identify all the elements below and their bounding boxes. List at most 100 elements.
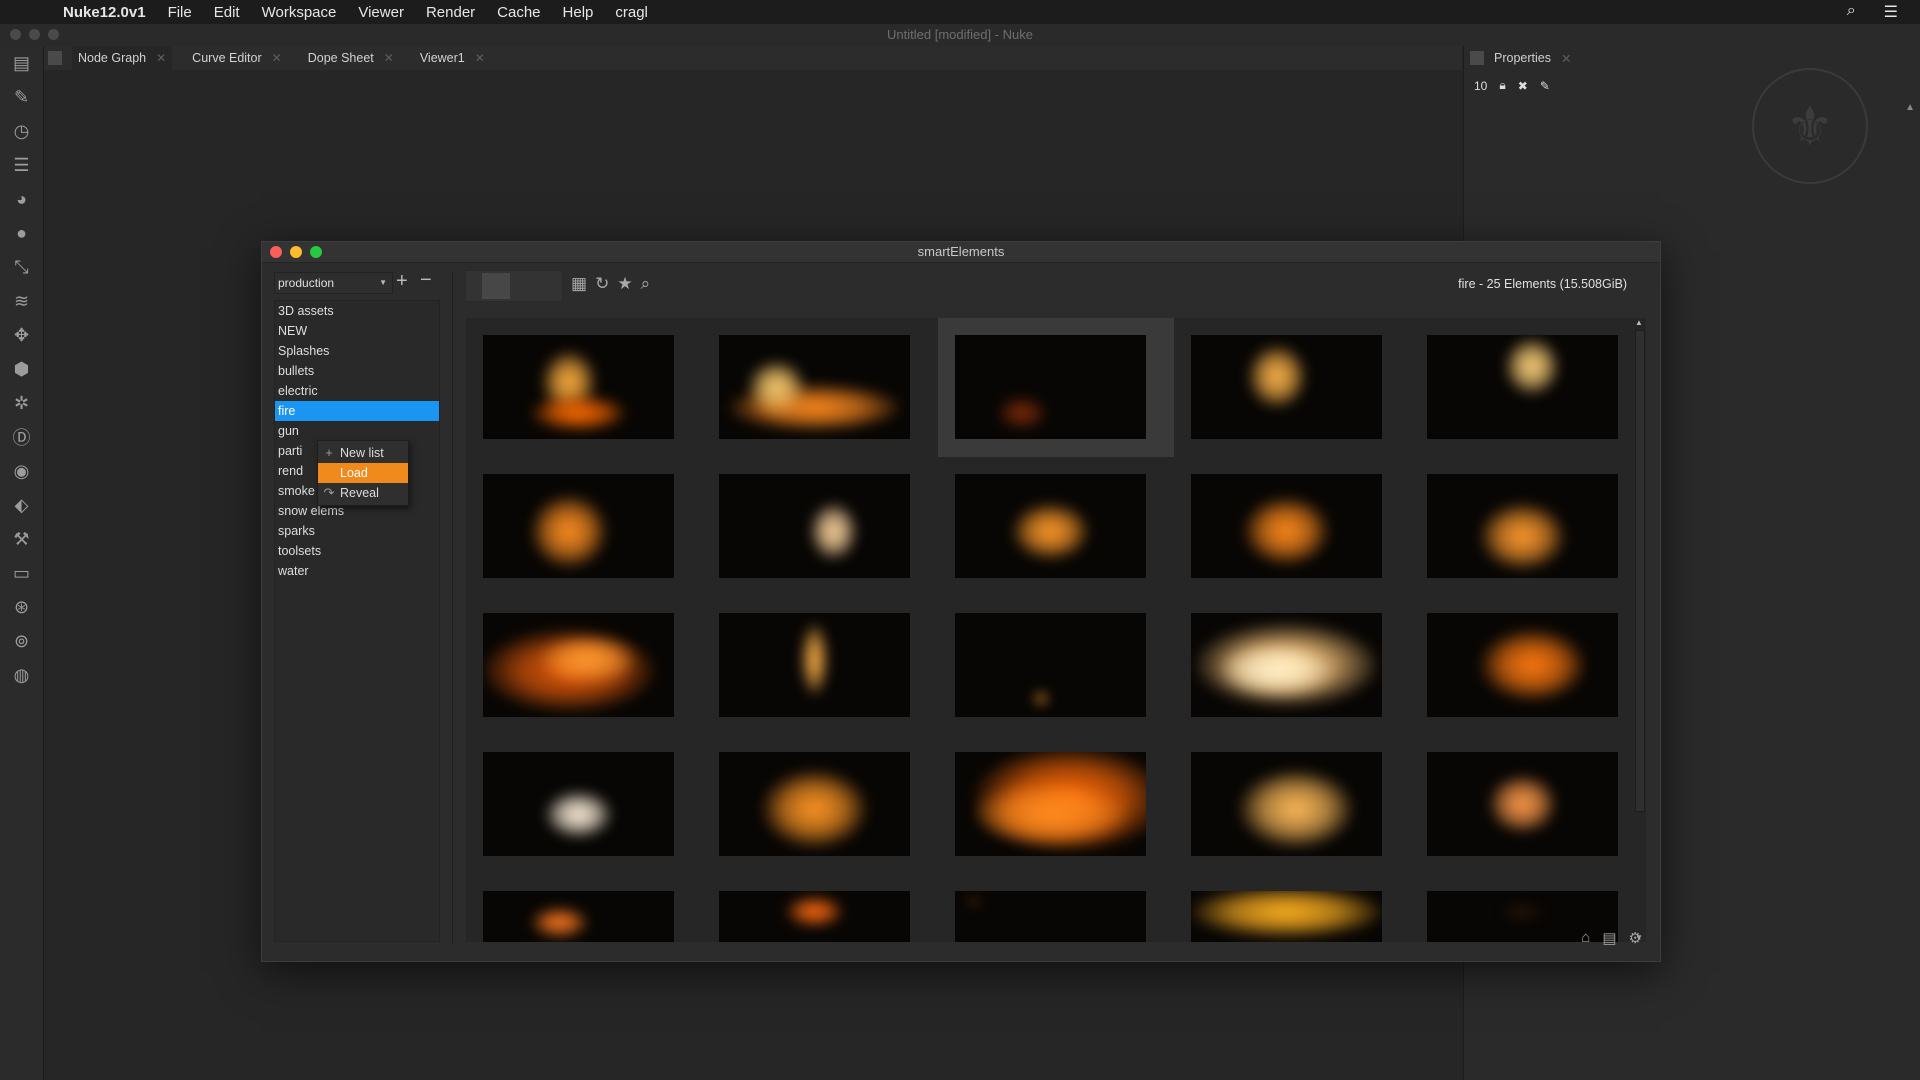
nuke-logo-icon[interactable]: ◍ [0, 658, 43, 692]
close-all-panels-icon[interactable]: ✖ [1518, 79, 1528, 93]
merge-icon[interactable]: ≋ [0, 284, 43, 318]
menu-help[interactable]: Help [563, 4, 594, 21]
scroll-up-arrow[interactable]: ▲ [1635, 318, 1643, 327]
elements-scrollbar[interactable]: ▲ ▼ [1632, 318, 1646, 942]
menu-cache[interactable]: Cache [497, 4, 540, 21]
element-thumbnail[interactable] [466, 874, 702, 942]
transform-icon[interactable]: ✥ [0, 318, 43, 352]
element-thumbnail[interactable] [1174, 457, 1410, 596]
element-thumbnail[interactable] [702, 318, 938, 457]
element-thumbnail[interactable] [702, 457, 938, 596]
deep-icon[interactable]: Ⓓ [0, 420, 43, 454]
grid-view-icon[interactable]: ▦ [571, 274, 587, 294]
element-thumbnail[interactable] [702, 596, 938, 735]
refresh-icon[interactable]: ↻ [595, 274, 609, 294]
element-thumbnail[interactable] [1174, 874, 1410, 942]
3d-icon[interactable]: ⬢ [0, 352, 43, 386]
category-item[interactable]: toolsets [275, 541, 439, 561]
scroll-up-arrow[interactable]: ▲ [1905, 102, 1915, 113]
spotlight-search-icon[interactable]: ⌕ [1847, 2, 1856, 22]
keyer-icon[interactable]: ⤡ [0, 250, 43, 284]
tab-viewer1[interactable]: Viewer1 ✕ [414, 46, 491, 70]
edit-icon[interactable]: ✎ [1540, 79, 1550, 93]
tab-dope-sheet[interactable]: Dope Sheet ✕ [302, 46, 400, 70]
metadata-icon[interactable]: ⬖ [0, 488, 43, 522]
menu-render[interactable]: Render [426, 4, 475, 21]
thumbnail-size-slider[interactable] [465, 270, 563, 302]
close-tab-icon[interactable]: ✕ [384, 51, 394, 65]
close-tab-icon[interactable]: ✕ [1561, 51, 1571, 66]
ocula-icon[interactable]: ⊛ [0, 590, 43, 624]
remove-category-button[interactable]: − [420, 269, 432, 292]
panel-divider[interactable] [452, 272, 453, 944]
menu-file[interactable]: File [168, 4, 192, 21]
element-thumbnail[interactable] [466, 457, 702, 596]
favorites-star-icon[interactable]: ★ [617, 274, 632, 294]
scrollbar-thumb[interactable] [1635, 330, 1645, 812]
cara-vr-icon[interactable]: ⊚ [0, 624, 43, 658]
element-thumbnail[interactable] [466, 735, 702, 874]
menu-workspace[interactable]: Workspace [262, 4, 337, 21]
time-icon[interactable]: ◷ [0, 114, 43, 148]
element-thumbnail[interactable] [1174, 735, 1410, 874]
element-thumbnail[interactable] [938, 735, 1174, 874]
draw-icon[interactable]: ✎ [0, 80, 43, 114]
category-item[interactable]: 3D assets [275, 301, 439, 321]
menu-viewer[interactable]: Viewer [358, 4, 404, 21]
category-item[interactable]: NEW [275, 321, 439, 341]
zoom-button[interactable] [310, 246, 322, 258]
element-thumbnail[interactable] [1174, 596, 1410, 735]
project-dropdown[interactable]: production ▼ [274, 272, 393, 294]
menu-edit[interactable]: Edit [214, 4, 240, 21]
menu-cragl[interactable]: cragl [615, 4, 648, 21]
element-thumbnail[interactable] [938, 596, 1174, 735]
pane-grip-handle[interactable] [48, 51, 62, 65]
element-thumbnail[interactable] [1410, 596, 1632, 735]
particles-icon[interactable]: ✲ [0, 386, 43, 420]
tab-node-graph[interactable]: Node Graph ✕ [72, 46, 173, 70]
close-button[interactable] [270, 246, 282, 258]
category-item[interactable]: Splashes [275, 341, 439, 361]
close-tab-icon[interactable]: ✕ [272, 51, 282, 65]
search-icon[interactable]: ⌕ [641, 274, 651, 294]
element-thumbnail[interactable] [1410, 318, 1632, 457]
element-thumbnail[interactable] [1410, 735, 1632, 874]
element-thumbnail[interactable] [1410, 457, 1632, 596]
pane-grip-handle[interactable] [1470, 51, 1484, 65]
element-thumbnail[interactable] [938, 874, 1174, 942]
color-icon[interactable]: ◕ [0, 182, 43, 216]
notification-center-icon[interactable]: ☰ [1884, 2, 1898, 22]
home-icon[interactable]: ⌂ [1581, 929, 1590, 947]
filter-icon[interactable]: ● [0, 216, 43, 250]
menu-item-reveal[interactable]: ↷ Reveal [318, 483, 408, 503]
zoom-window-button[interactable] [48, 29, 59, 40]
category-item[interactable]: electric [275, 381, 439, 401]
menu-app-name[interactable]: Nuke12.0v1 [63, 4, 146, 21]
other-icon[interactable]: ⚒ [0, 522, 43, 556]
minimize-button[interactable] [290, 246, 302, 258]
channel-icon[interactable]: ☰ [0, 148, 43, 182]
element-thumbnail[interactable] [1174, 318, 1410, 457]
toolsets-icon[interactable]: ▤ [0, 46, 43, 80]
element-thumbnail[interactable] [702, 735, 938, 874]
tab-properties[interactable]: Properties [1494, 51, 1551, 65]
category-item[interactable]: water [275, 561, 439, 581]
close-window-button[interactable] [10, 29, 21, 40]
minimize-window-button[interactable] [29, 29, 40, 40]
close-tab-icon[interactable]: ✕ [475, 51, 485, 65]
lock-icon[interactable]: 🔒︎ [1499, 78, 1505, 93]
tab-curve-editor[interactable]: Curve Editor ✕ [186, 46, 288, 70]
element-thumbnail[interactable] [938, 457, 1174, 596]
element-thumbnail[interactable] [466, 596, 702, 735]
element-thumbnail[interactable] [938, 318, 1174, 457]
settings-gear-icon[interactable]: ⚙ [1629, 929, 1642, 947]
category-item[interactable]: sparks [275, 521, 439, 541]
category-item[interactable]: gun [275, 421, 439, 441]
add-category-button[interactable]: + [396, 270, 408, 293]
category-item[interactable]: bullets [275, 361, 439, 381]
max-panels-field[interactable]: 10 [1474, 79, 1487, 93]
slider-handle[interactable] [482, 273, 510, 299]
menu-item-new-list[interactable]: + New list [318, 443, 408, 463]
element-thumbnail[interactable] [702, 874, 938, 942]
clipboard-icon[interactable]: ▤ [1602, 929, 1616, 947]
